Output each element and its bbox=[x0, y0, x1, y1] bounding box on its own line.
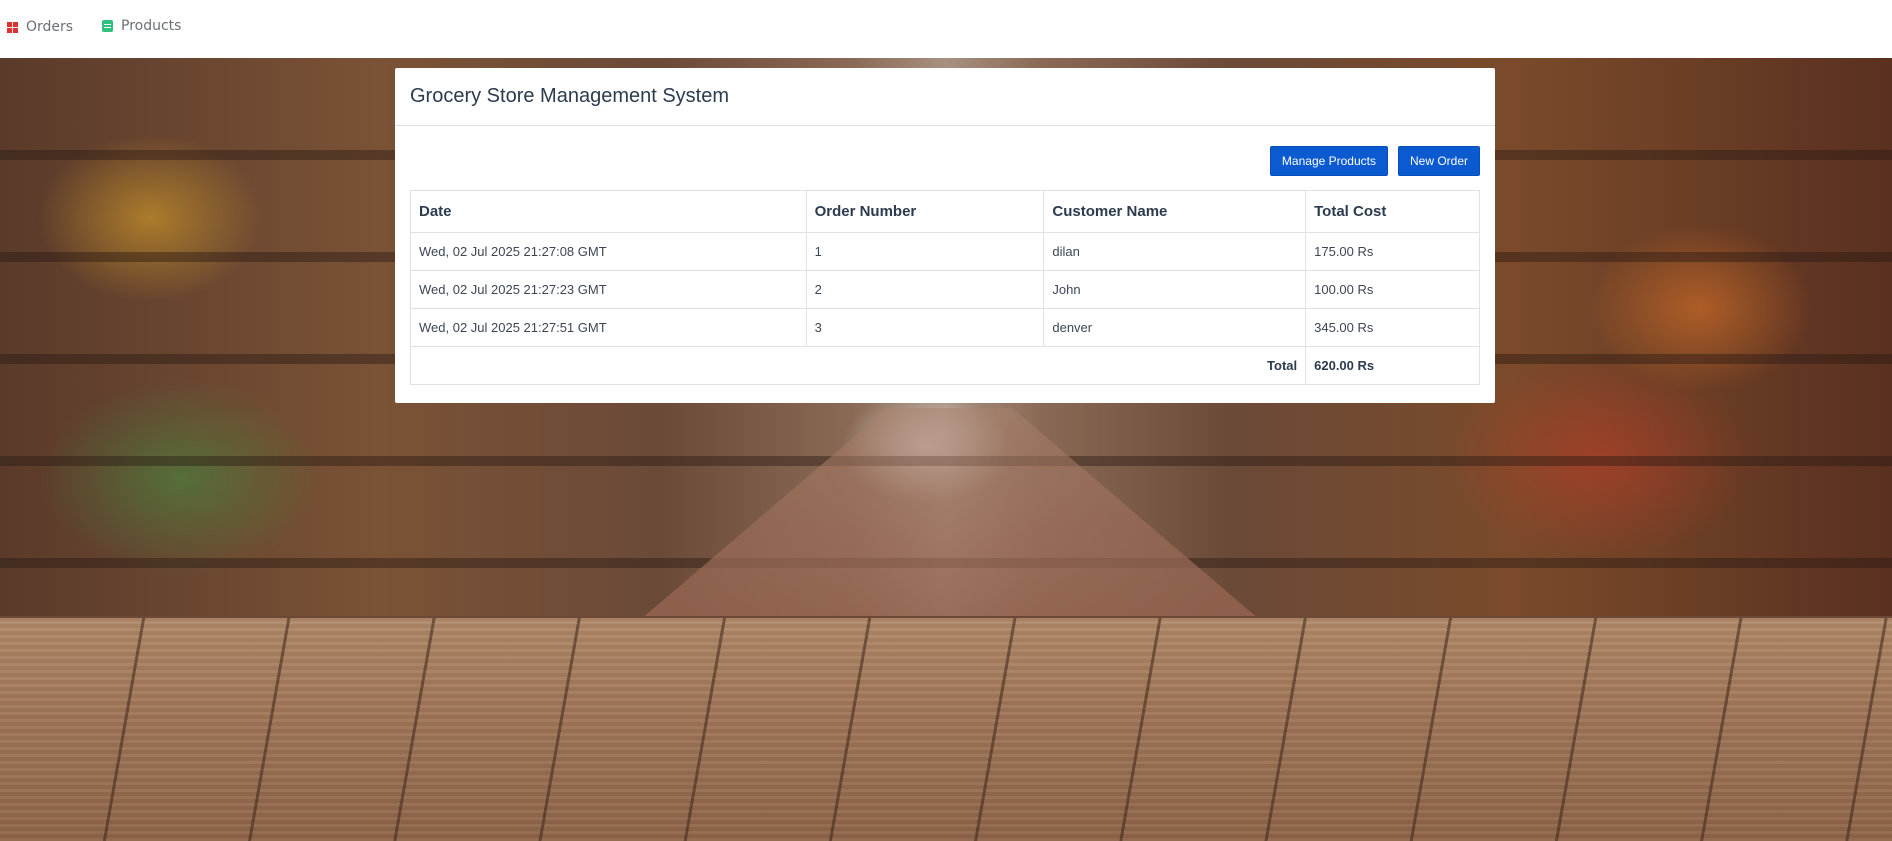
total-label: Total bbox=[409, 346, 1307, 385]
grid-icon bbox=[7, 21, 18, 33]
cell-customer-name: denver bbox=[1043, 308, 1307, 347]
action-buttons: Manage Products New Order bbox=[1269, 146, 1480, 176]
cell-date: Wed, 02 Jul 2025 21:27:23 GMT bbox=[410, 270, 807, 309]
cell-customer-name: dilan bbox=[1043, 232, 1307, 271]
nav-products-link[interactable]: Products bbox=[102, 18, 181, 34]
cell-order-number: 3 bbox=[805, 308, 1045, 347]
cell-total-cost: 175.00 Rs bbox=[1305, 232, 1480, 271]
page-title: Grocery Store Management System bbox=[410, 85, 730, 107]
new-order-button[interactable]: New Order bbox=[1397, 146, 1480, 176]
table-total-row: Total 620.00 Rs bbox=[409, 346, 1480, 385]
column-header-order-number: Order Number bbox=[805, 190, 1045, 233]
cell-date: Wed, 02 Jul 2025 21:27:51 GMT bbox=[410, 308, 807, 347]
top-navbar: Orders Products bbox=[0, 0, 1892, 58]
table-row: Wed, 02 Jul 2025 21:27:23 GMT 2 John 100… bbox=[410, 270, 1480, 309]
cell-customer-name: John bbox=[1043, 270, 1307, 309]
orders-card: Grocery Store Management System Manage P… bbox=[395, 68, 1495, 403]
column-header-date: Date bbox=[410, 190, 807, 233]
cell-order-number: 2 bbox=[805, 270, 1045, 309]
nav-orders-label: Orders bbox=[26, 19, 74, 35]
cell-date: Wed, 02 Jul 2025 21:27:08 GMT bbox=[410, 232, 807, 271]
list-icon bbox=[102, 20, 113, 32]
orders-table: Date Order Number Customer Name Total Co… bbox=[409, 190, 1480, 385]
card-header: Grocery Store Management System bbox=[395, 68, 1495, 126]
wooden-table-top bbox=[0, 618, 1892, 841]
table-row: Wed, 02 Jul 2025 21:27:51 GMT 3 denver 3… bbox=[410, 308, 1480, 347]
nav-orders-link[interactable]: Orders bbox=[7, 19, 73, 35]
cell-total-cost: 345.00 Rs bbox=[1305, 308, 1480, 347]
cell-order-number: 1 bbox=[805, 232, 1045, 271]
cell-total-cost: 100.00 Rs bbox=[1305, 270, 1480, 309]
manage-products-button[interactable]: Manage Products bbox=[1269, 146, 1388, 176]
total-value: 620.00 Rs bbox=[1305, 346, 1480, 385]
table-header-row: Date Order Number Customer Name Total Co… bbox=[410, 190, 1480, 233]
nav-products-label: Products bbox=[121, 18, 182, 34]
table-row: Wed, 02 Jul 2025 21:27:08 GMT 1 dilan 17… bbox=[410, 232, 1480, 271]
column-header-total-cost: Total Cost bbox=[1305, 190, 1480, 233]
column-header-customer-name: Customer Name bbox=[1043, 190, 1307, 233]
